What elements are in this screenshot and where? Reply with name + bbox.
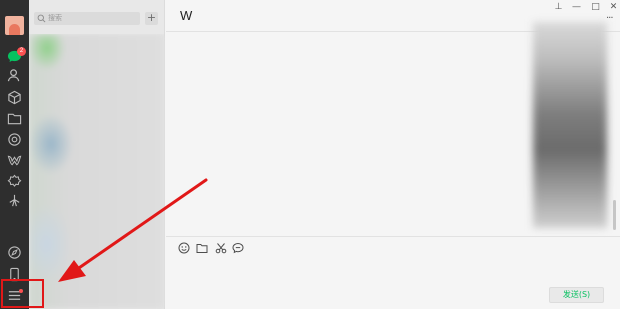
send-button[interactable]: 发送(S)	[549, 287, 604, 303]
annotation-highlight-box	[1, 279, 44, 308]
conversation-list[interactable]	[29, 34, 165, 309]
emoji-icon[interactable]	[178, 242, 190, 254]
scissors-icon[interactable]	[215, 242, 227, 254]
message-image[interactable]	[533, 22, 607, 228]
maximize-button[interactable]: □	[590, 2, 601, 13]
chat-title: W	[180, 8, 193, 23]
folder-icon[interactable]	[196, 242, 208, 254]
compass-icon[interactable]	[7, 245, 22, 260]
add-contact-button[interactable]: +	[145, 12, 158, 25]
wechat-window: 2 搜索 + W ⊥ — □ ✕ ··· 发送(S)	[0, 0, 620, 309]
mini-programs-icon[interactable]	[7, 193, 22, 208]
message-input-area[interactable]: 发送(S)	[166, 236, 620, 309]
scrollbar[interactable]	[613, 200, 616, 230]
close-button[interactable]: ✕	[608, 2, 619, 13]
moments-icon[interactable]	[7, 132, 22, 147]
files-icon[interactable]	[7, 111, 22, 126]
search-icon	[37, 14, 46, 23]
navigation-rail: 2	[0, 0, 29, 309]
search-placeholder: 搜索	[48, 14, 62, 22]
chat-history-icon[interactable]	[232, 242, 244, 254]
avatar[interactable]	[5, 16, 24, 35]
contacts-icon[interactable]	[7, 68, 22, 83]
favorites-icon[interactable]	[7, 90, 22, 105]
minimize-button[interactable]: —	[571, 2, 582, 13]
unread-badge: 2	[17, 47, 26, 56]
chat-area: W ⊥ — □ ✕ ··· 发送(S)	[166, 0, 620, 309]
search-feature-icon[interactable]	[7, 174, 22, 189]
channels-icon[interactable]	[7, 153, 22, 168]
pin-icon[interactable]: ⊥	[553, 2, 564, 13]
search-input[interactable]: 搜索	[34, 12, 140, 25]
blurred-conversations	[29, 34, 165, 309]
